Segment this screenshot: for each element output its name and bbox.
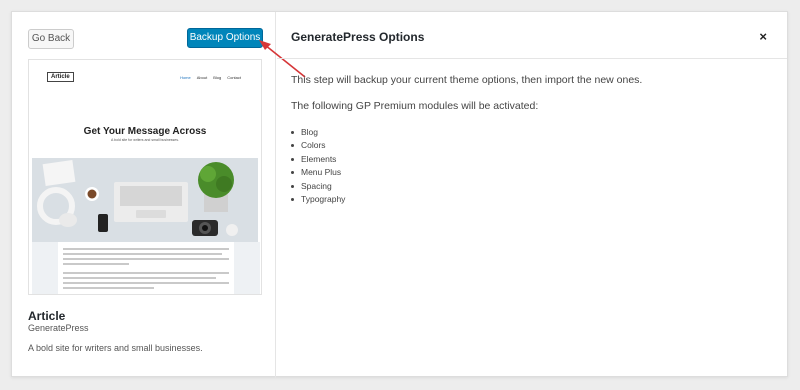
site-preview-panel: Go Back Backup Options Article Home Abou… [12, 12, 276, 378]
import-modal: Go Back Backup Options Article Home Abou… [11, 11, 788, 378]
preview-left-gutter [32, 242, 58, 294]
preview-nav-item: Home [180, 75, 191, 80]
desk-photo-illustration [32, 158, 258, 242]
modules-intro: The following GP Premium modules will be… [291, 100, 539, 112]
go-back-button[interactable]: Go Back [28, 29, 74, 49]
close-icon[interactable]: × [759, 29, 767, 44]
site-preview-image: Article Home About Blog Contact Get Your… [28, 59, 262, 295]
preview-headline: Get Your Message Across [83, 126, 207, 137]
preview-hero-photo [32, 158, 258, 242]
panel-title: GeneratePress Options [291, 30, 425, 44]
preview-body-text [58, 242, 234, 294]
theme-name: Article [28, 309, 66, 323]
preview-logo: Article [47, 72, 74, 82]
preview-right-gutter [234, 242, 260, 294]
backup-options-button[interactable]: Backup Options [187, 28, 263, 48]
backup-description: This step will backup your current theme… [291, 74, 643, 86]
preview-nav-item: About [196, 75, 208, 80]
modules-list: Blog Colors Elements Menu Plus Spacing T… [291, 126, 345, 206]
preview-nav-item: Blog [213, 75, 222, 80]
list-item: Blog [291, 126, 345, 139]
theme-author: GeneratePress [28, 323, 89, 333]
list-item: Menu Plus [291, 166, 345, 179]
list-item: Spacing [291, 180, 345, 193]
preview-subline: A bold site for writers and small busine… [111, 138, 179, 142]
list-item: Elements [291, 153, 345, 166]
theme-description: A bold site for writers and small busine… [28, 343, 203, 353]
divider [277, 58, 787, 59]
preview-nav-item: Contact [227, 75, 241, 80]
preview-nav: Home About Blog Contact [180, 75, 241, 80]
list-item: Typography [291, 193, 345, 206]
list-item: Colors [291, 139, 345, 152]
options-panel: GeneratePress Options × This step will b… [277, 12, 787, 378]
